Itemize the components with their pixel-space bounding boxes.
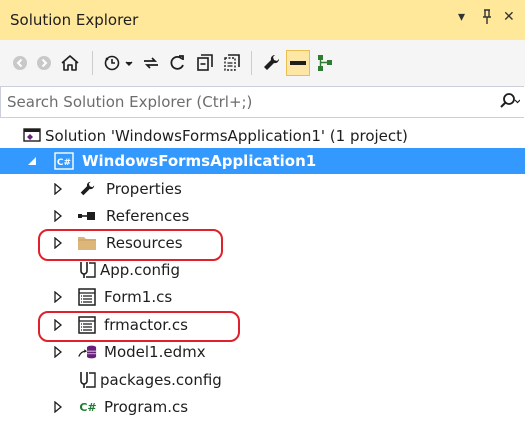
tree-node-packages-config[interactable]: packages.config [0,367,525,393]
search-input[interactable] [1,87,477,117]
home-icon [61,55,79,71]
close-icon[interactable]: ✕ [503,9,515,25]
collapsed-arrow-icon[interactable] [53,210,63,222]
forward-arrow-icon [37,56,51,70]
toolbar-separator [251,51,252,75]
class-diagram-icon [318,55,332,71]
tree-node-solution[interactable]: Solution 'WindowsFormsApplication1' (1 p… [0,123,525,149]
config-icon [77,370,97,390]
csharp-project-icon: C# [54,151,74,171]
sync-button[interactable] [140,50,162,76]
back-arrow-icon [13,56,27,70]
tree-node-project[interactable]: C# WindowsFormsApplication1 [0,148,525,174]
toolbar-separator [92,51,93,75]
tree-item-label: Program.cs [104,398,189,416]
csharp-file-icon: C# [79,400,97,414]
clock-icon [104,55,133,71]
search-icon [500,93,520,108]
properties-button[interactable] [260,50,282,76]
home-button[interactable] [58,50,82,76]
expanded-arrow-icon[interactable] [28,155,38,167]
tree-item-label: Model1.edmx [104,343,206,361]
tree-node-program[interactable]: C# Program.cs [0,394,525,420]
tree-item-label: App.config [100,261,180,279]
show-all-files-button[interactable] [221,50,243,76]
dropdown-icon[interactable]: ▾ [458,9,465,25]
tree-node-model1[interactable]: Model1.edmx [0,339,525,365]
config-icon [77,260,97,280]
solution-label: Solution 'WindowsFormsApplication1' (1 p… [45,127,408,145]
solution-icon [22,126,42,146]
tree-item-label: References [106,207,190,225]
pending-changes-button[interactable] [102,50,136,76]
form-icon [77,287,97,307]
collapsed-arrow-icon[interactable] [53,291,63,303]
class-view-button[interactable] [314,50,336,76]
search-button[interactable] [498,92,520,112]
refresh-icon [170,55,184,70]
window-title: Solution Explorer [10,11,139,29]
search-box [0,86,524,118]
toolbar [0,40,525,86]
collapse-all-icon [197,54,213,71]
pin-icon[interactable] [481,9,493,29]
project-label: WindowsFormsApplication1 [82,152,317,170]
forward-button[interactable] [34,50,54,76]
highlight-frmactor-annotation [38,311,240,342]
collapsed-arrow-icon[interactable] [53,183,63,195]
wrench-icon [77,179,97,199]
highlight-resources-annotation [38,229,223,261]
edmx-icon [77,342,97,362]
sync-icon [144,57,158,69]
tree-item-label: Form1.cs [104,288,173,306]
back-button[interactable] [10,50,30,76]
collapse-all-button[interactable] [194,50,216,76]
wrench-icon [264,54,280,70]
collapsed-arrow-icon[interactable] [53,401,63,413]
tree-node-references[interactable]: References [0,203,525,229]
show-all-files-icon [224,54,240,71]
title-bar: Solution Explorer ▾ ✕ [0,0,525,40]
tree-node-properties[interactable]: Properties [0,176,525,202]
preview-icon [290,61,306,65]
preview-button[interactable] [286,50,310,76]
references-icon [77,206,97,226]
collapsed-arrow-icon[interactable] [53,346,63,358]
tree-node-form1[interactable]: Form1.cs [0,284,525,310]
project-badge: C# [57,158,71,168]
tree-item-label: packages.config [100,371,222,389]
refresh-button[interactable] [166,50,188,76]
tree-item-label: Properties [106,180,182,198]
